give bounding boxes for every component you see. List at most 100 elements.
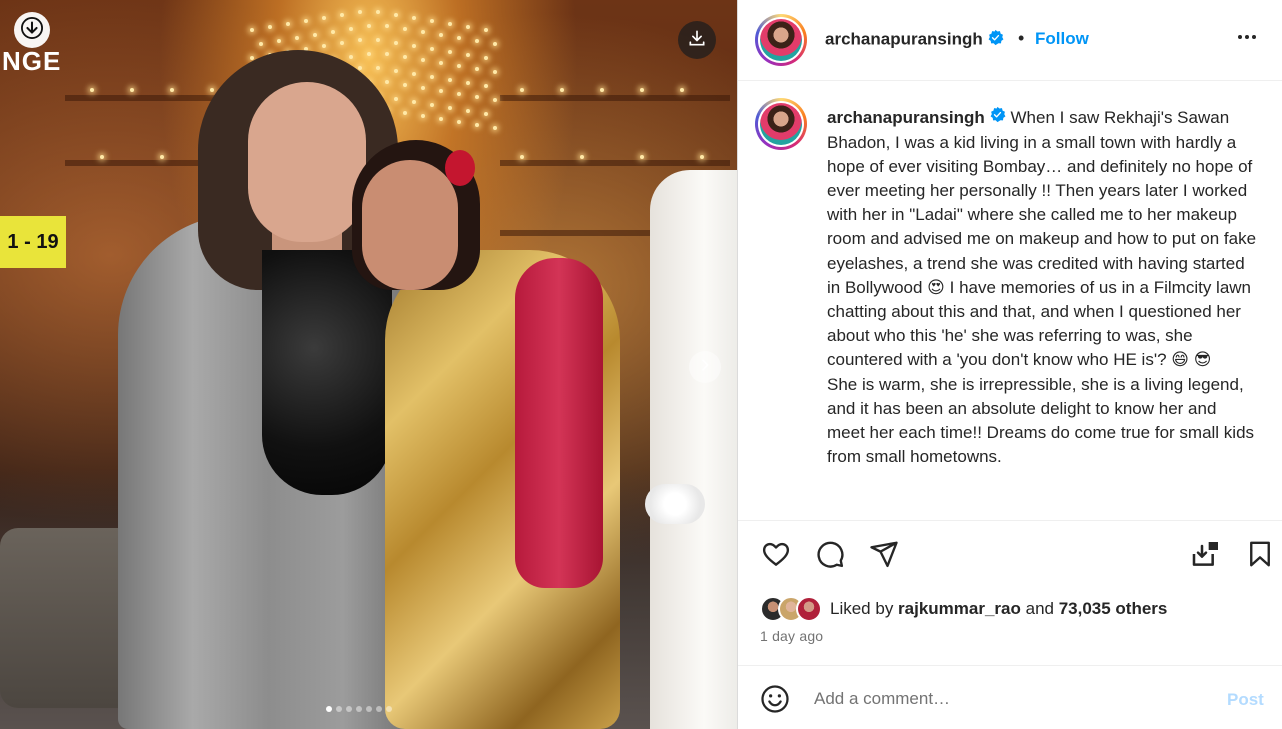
background-light	[448, 105, 452, 110]
caption-body-3: She is warm, she is irrepressible, she i…	[827, 374, 1255, 467]
background-light	[385, 23, 389, 28]
background-light	[421, 57, 425, 62]
background-light	[376, 37, 380, 42]
background-light	[475, 122, 479, 127]
background-light	[700, 155, 704, 159]
background-shelf	[500, 95, 730, 101]
background-light	[430, 74, 434, 79]
person-left-sequin-top	[262, 250, 392, 495]
likes-text: Liked by rajkummar_rao and 73,035 others	[830, 599, 1167, 619]
download-icon	[687, 28, 707, 53]
background-light	[376, 65, 380, 70]
heart-icon	[761, 539, 791, 574]
background-light	[295, 35, 299, 40]
background-light	[358, 9, 362, 14]
person-center-face	[362, 160, 458, 290]
background-light	[466, 52, 470, 57]
emoji-icon	[760, 685, 790, 718]
post-timestamp[interactable]: 1 day ago	[760, 628, 823, 644]
carousel-dot	[346, 706, 352, 712]
background-light	[680, 88, 684, 92]
background-light	[250, 27, 254, 32]
share-button[interactable]	[867, 539, 901, 573]
background-light	[90, 88, 94, 92]
background-light	[385, 51, 389, 56]
background-light	[277, 38, 281, 43]
background-light	[394, 12, 398, 17]
next-slide-button[interactable]	[689, 351, 721, 383]
liker-avatar[interactable]	[796, 596, 822, 622]
person-left-face	[248, 82, 366, 242]
background-light	[493, 41, 497, 46]
background-light	[493, 97, 497, 102]
author-avatar[interactable]	[755, 14, 807, 66]
post-panel: archanapuransingh • Follow archanapurans…	[737, 0, 1282, 729]
background-light	[448, 49, 452, 54]
share-icon	[869, 539, 899, 574]
caption-username[interactable]: archanapuransingh	[827, 108, 985, 127]
post-comment-button[interactable]: Post	[1227, 690, 1264, 710]
background-light	[421, 113, 425, 118]
bookmark-button[interactable]	[1243, 539, 1277, 573]
background-light	[475, 94, 479, 99]
background-light	[421, 29, 425, 34]
background-light	[475, 38, 479, 43]
like-button[interactable]	[759, 539, 793, 573]
likes-count-link[interactable]: 73,035 others	[1059, 599, 1168, 618]
comment-button[interactable]	[813, 539, 847, 573]
save-to-collection-button[interactable]	[1189, 539, 1223, 573]
background-light	[340, 40, 344, 45]
verified-badge-icon	[987, 29, 1004, 51]
background-light	[466, 108, 470, 113]
background-light	[349, 26, 353, 31]
background-light	[358, 65, 362, 70]
emoji-picker-button[interactable]	[760, 684, 790, 714]
comment-bar: Post	[738, 665, 1282, 729]
background-light	[322, 15, 326, 20]
follow-button[interactable]: Follow	[1035, 29, 1089, 49]
person-center-hair-flower	[445, 150, 475, 186]
background-light	[484, 83, 488, 88]
background-light	[439, 60, 443, 65]
emoji-sunglasses: 😎	[1193, 350, 1212, 371]
background-light	[520, 88, 524, 92]
background-sign-text: NGE	[2, 46, 62, 76]
background-light	[358, 37, 362, 42]
carousel-dot	[356, 706, 362, 712]
liker-username[interactable]: rajkummar_rao	[898, 599, 1021, 618]
background-light	[439, 88, 443, 93]
likes-middle: and	[1020, 599, 1059, 618]
caption-author-avatar[interactable]	[755, 98, 807, 150]
background-light	[412, 99, 416, 104]
comment-input[interactable]	[814, 684, 1204, 714]
download-button-right[interactable]	[678, 21, 716, 59]
background-shelf	[500, 160, 730, 166]
background-light	[430, 102, 434, 107]
background-light	[259, 41, 263, 46]
carousel-dots	[326, 706, 392, 712]
carousel-dot	[366, 706, 372, 712]
more-options-button[interactable]	[1232, 24, 1262, 54]
background-light	[286, 21, 290, 26]
background-light	[268, 24, 272, 29]
carousel-dot	[336, 706, 342, 712]
background-light	[412, 43, 416, 48]
emoji-heart-eyes: 😍	[927, 277, 945, 298]
background-light	[430, 18, 434, 23]
post-media[interactable]: NGE 1 - 19	[0, 0, 737, 729]
verified-badge-icon	[989, 106, 1006, 130]
background-sign-number: 1 - 19	[0, 216, 66, 268]
download-button-left[interactable]	[14, 12, 50, 48]
background-light	[439, 32, 443, 37]
background-light	[430, 46, 434, 51]
caption-text: archanapuransingh When I saw Rekhaji's S…	[827, 106, 1257, 469]
background-light	[457, 119, 461, 124]
caption-section: archanapuransingh When I saw Rekhaji's S…	[738, 82, 1282, 520]
background-light	[640, 88, 644, 92]
bookmark-icon	[1245, 539, 1275, 574]
carousel-dot	[376, 706, 382, 712]
background-light	[331, 29, 335, 34]
background-light	[466, 80, 470, 85]
author-username[interactable]: archanapuransingh	[825, 29, 1004, 51]
background-light	[160, 155, 164, 159]
